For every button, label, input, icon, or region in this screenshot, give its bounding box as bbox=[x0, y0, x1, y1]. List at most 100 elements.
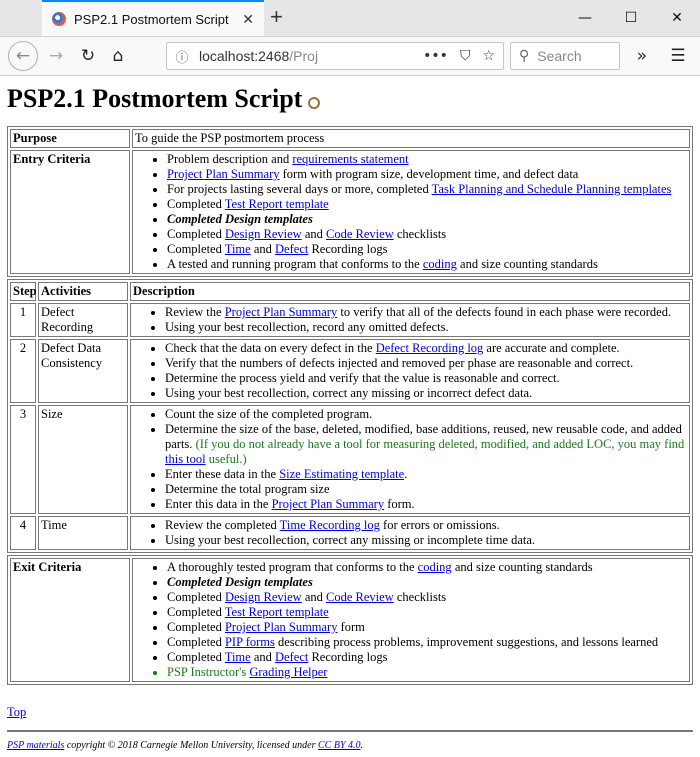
criteria-table-entry: Purpose To guide the PSP postmortem proc… bbox=[7, 126, 693, 277]
project-plan-summary-link[interactable]: Project Plan Summary bbox=[167, 167, 280, 181]
step-header: Step bbox=[10, 282, 37, 301]
favicon-icon bbox=[52, 12, 66, 26]
maximize-icon[interactable]: ☐ bbox=[608, 0, 654, 36]
test-report-template-link[interactable]: Test Report template bbox=[225, 605, 329, 619]
project-plan-summary-link[interactable]: Project Plan Summary bbox=[225, 305, 338, 319]
list-item: Problem description and requirements sta… bbox=[167, 152, 687, 167]
step-number: 4 bbox=[10, 516, 36, 550]
step-number: 2 bbox=[10, 339, 36, 403]
test-report-template-link[interactable]: Test Report template bbox=[225, 197, 329, 211]
pocket-icon[interactable]: ⛉ bbox=[460, 48, 471, 64]
close-tab-icon[interactable]: ✕ bbox=[242, 11, 254, 28]
coding-standard-link[interactable]: coding bbox=[423, 257, 457, 271]
forward-icon[interactable]: → bbox=[42, 42, 70, 70]
refresh-icon[interactable] bbox=[308, 97, 321, 109]
size-estimating-template-link[interactable]: Size Estimating template bbox=[279, 467, 404, 481]
table-row: 2 Defect Data Consistency Check that the… bbox=[10, 339, 690, 403]
back-icon[interactable]: ← bbox=[8, 41, 38, 71]
list-item: Completed PIP forms describing process p… bbox=[167, 635, 687, 650]
defect-recording-log-link[interactable]: Defect Recording log bbox=[376, 341, 484, 355]
url-bar[interactable]: ⓘ localhost:2468/Proj ••• ⛉ ☆ bbox=[166, 42, 504, 70]
overflow-chevron-icon[interactable]: » bbox=[628, 42, 656, 70]
list-item: Determine the process yield and verify t… bbox=[165, 371, 687, 386]
design-review-link[interactable]: Design Review bbox=[225, 590, 302, 604]
steps-table: Step Activities Description 1 Defect Rec… bbox=[7, 279, 693, 553]
time-log-link[interactable]: Time bbox=[225, 242, 251, 256]
list-item: Project Plan Summary form with program s… bbox=[167, 167, 687, 182]
list-item: Verify that the numbers of defects injec… bbox=[165, 356, 687, 371]
entry-criteria-label: Entry Criteria bbox=[10, 150, 130, 274]
list-item: Count the size of the completed program. bbox=[165, 407, 687, 422]
activity-name: Defect Data Consistency bbox=[38, 339, 128, 403]
psp-materials-link[interactable]: PSP materials bbox=[7, 740, 64, 751]
defect-log-link[interactable]: Defect bbox=[275, 242, 308, 256]
search-input[interactable]: ⚲ Search bbox=[510, 42, 620, 70]
list-item: Completed Design templates bbox=[167, 212, 687, 227]
browser-tab[interactable]: PSP2.1 Postmortem Script ✕ bbox=[42, 0, 264, 36]
tab-title: PSP2.1 Postmortem Script bbox=[74, 11, 229, 27]
pip-forms-link[interactable]: PIP forms bbox=[225, 635, 275, 649]
menu-hamburger-icon[interactable]: ☰ bbox=[664, 42, 692, 70]
purpose-label: Purpose bbox=[10, 129, 130, 148]
minimize-icon[interactable]: — bbox=[562, 0, 608, 36]
list-item: Determine the total program size bbox=[165, 482, 687, 497]
page-content: PSP2.1 Postmortem Script Purpose To guid… bbox=[0, 84, 700, 751]
list-item: Enter this data in the Project Plan Summ… bbox=[165, 497, 687, 512]
new-tab-icon[interactable]: + bbox=[270, 4, 283, 30]
table-row: 1 Defect Recording Review the Project Pl… bbox=[10, 303, 690, 337]
exit-criteria-label: Exit Criteria bbox=[10, 558, 130, 682]
divider bbox=[7, 730, 693, 732]
list-item: Completed Time and Defect Recording logs bbox=[167, 650, 687, 665]
time-recording-log-link[interactable]: Time Recording log bbox=[280, 518, 380, 532]
list-item: Completed Time and Defect Recording logs bbox=[167, 242, 687, 257]
defect-log-link[interactable]: Defect bbox=[275, 650, 308, 664]
list-item: Completed Project Plan Summary form bbox=[167, 620, 687, 635]
project-plan-summary-link[interactable]: Project Plan Summary bbox=[225, 620, 338, 634]
list-item: Completed Design templates bbox=[167, 575, 687, 590]
project-plan-summary-link[interactable]: Project Plan Summary bbox=[272, 497, 385, 511]
coding-standard-link[interactable]: coding bbox=[418, 560, 452, 574]
activity-name: Time bbox=[38, 516, 128, 550]
step-number: 1 bbox=[10, 303, 36, 337]
criteria-table-exit: Exit Criteria A thoroughly tested progra… bbox=[7, 555, 693, 685]
url-path: /Proj bbox=[289, 48, 319, 64]
page-title: PSP2.1 Postmortem Script bbox=[7, 84, 693, 114]
top-link[interactable]: Top bbox=[7, 705, 26, 719]
list-item: For projects lasting several days or mor… bbox=[167, 182, 687, 197]
activities-header: Activities bbox=[38, 282, 128, 301]
design-review-link[interactable]: Design Review bbox=[225, 227, 302, 241]
grading-helper-link[interactable]: Grading Helper bbox=[249, 665, 327, 679]
home-icon[interactable]: ⌂ bbox=[104, 42, 132, 70]
tab-strip: PSP2.1 Postmortem Script ✕ + — ☐ ✕ bbox=[0, 0, 700, 37]
this-tool-link[interactable]: this tool bbox=[165, 452, 206, 466]
search-icon: ⚲ bbox=[519, 48, 530, 64]
table-row: 3 Size Count the size of the completed p… bbox=[10, 405, 690, 514]
entry-criteria-list: Problem description and requirements sta… bbox=[135, 152, 687, 272]
list-item: Completed Design Review and Code Review … bbox=[167, 227, 687, 242]
code-review-link[interactable]: Code Review bbox=[326, 590, 394, 604]
list-item: Using your best recollection, correct an… bbox=[165, 386, 687, 401]
code-review-link[interactable]: Code Review bbox=[326, 227, 394, 241]
list-item: Enter these data in the Size Estimating … bbox=[165, 467, 687, 482]
url-host: localhost:2468 bbox=[199, 48, 290, 64]
navigation-toolbar: ← → ↻ ⌂ ⓘ localhost:2468/Proj ••• ⛉ ☆ ⚲ … bbox=[0, 37, 700, 76]
planning-templates-link[interactable]: Task Planning and Schedule Planning temp… bbox=[432, 182, 672, 196]
requirements-statement-link[interactable]: requirements statement bbox=[292, 152, 408, 166]
list-item: Review the completed Time Recording log … bbox=[165, 518, 687, 533]
license-link[interactable]: CC BY 4.0 bbox=[318, 740, 361, 751]
reload-icon[interactable]: ↻ bbox=[74, 42, 102, 70]
list-item: PSP Instructor's Grading Helper bbox=[167, 665, 687, 680]
exit-criteria-list: A thoroughly tested program that conform… bbox=[135, 560, 687, 680]
time-log-link[interactable]: Time bbox=[225, 650, 251, 664]
activity-name: Size bbox=[38, 405, 128, 514]
purpose-text: To guide the PSP postmortem process bbox=[132, 129, 690, 148]
step-number: 3 bbox=[10, 405, 36, 514]
page-actions-icon[interactable]: ••• bbox=[423, 48, 448, 64]
activity-name: Defect Recording bbox=[38, 303, 128, 337]
bookmark-star-icon[interactable]: ☆ bbox=[482, 48, 495, 64]
list-item: Review the Project Plan Summary to verif… bbox=[165, 305, 687, 320]
info-icon[interactable]: ⓘ bbox=[171, 47, 193, 66]
search-placeholder: Search bbox=[537, 48, 582, 64]
list-item: Completed Test Report template bbox=[167, 197, 687, 212]
window-close-icon[interactable]: ✕ bbox=[654, 0, 700, 36]
